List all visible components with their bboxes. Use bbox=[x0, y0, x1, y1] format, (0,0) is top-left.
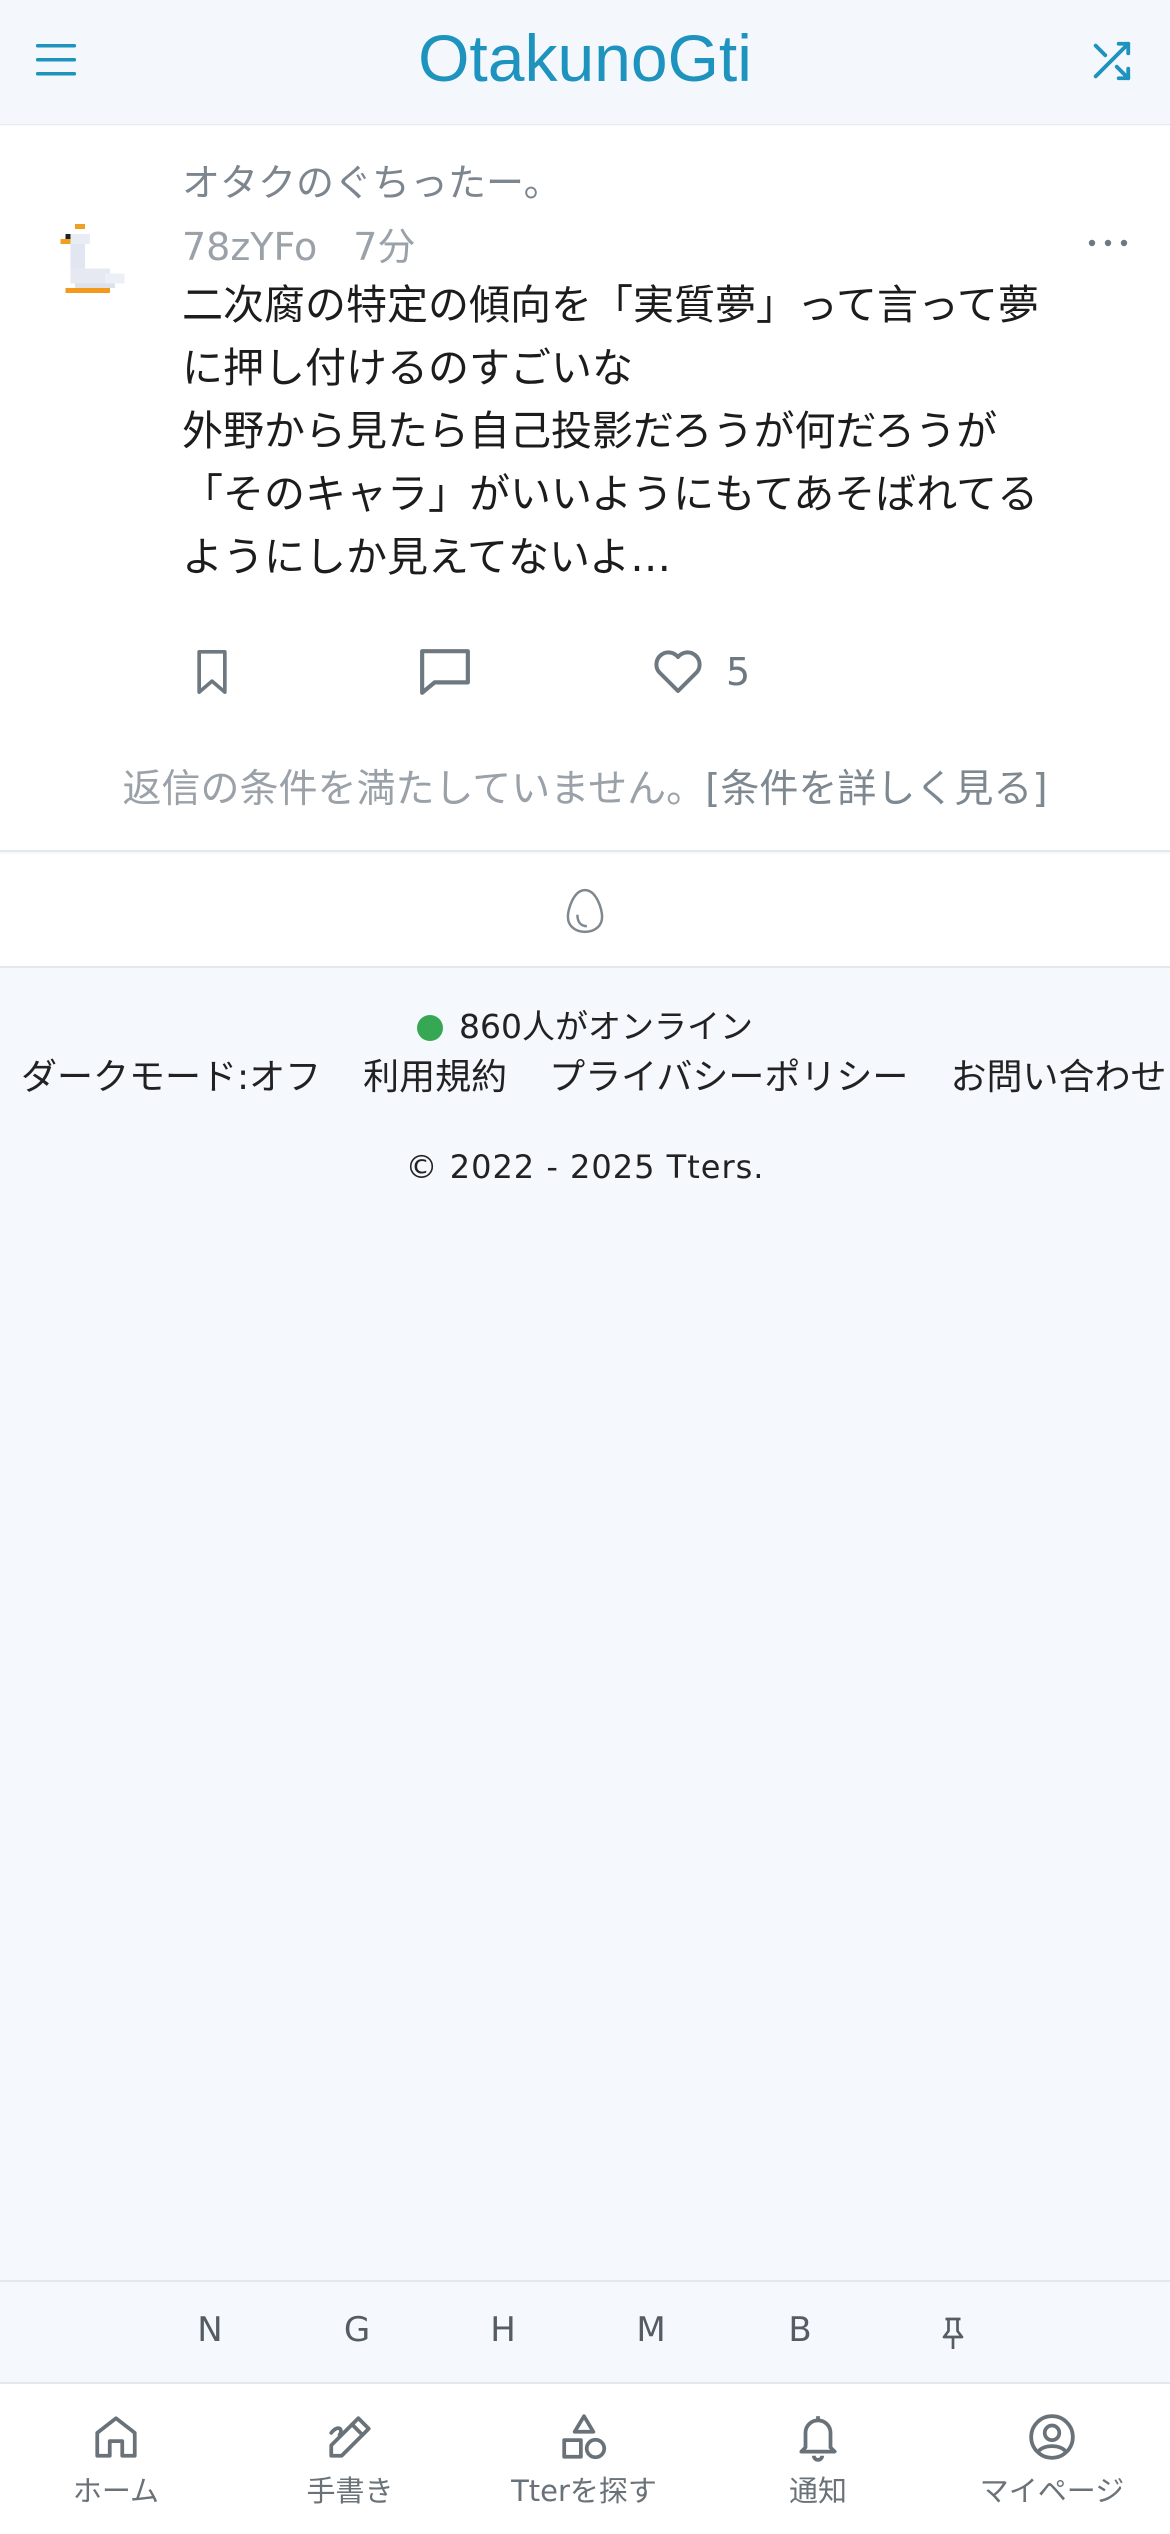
privacy-link[interactable]: プライバシーポリシー bbox=[549, 1057, 908, 1098]
terms-link[interactable]: 利用規約 bbox=[363, 1057, 507, 1098]
tab-explore[interactable]: Tterを探す bbox=[484, 2412, 684, 2510]
tab-home[interactable]: ホーム bbox=[16, 2412, 216, 2510]
channel-h[interactable]: H bbox=[473, 2310, 533, 2350]
bottom-tab-bar: ホーム 手書き Tterを探す 通知 マイページ bbox=[0, 2382, 1170, 2534]
dark-mode-toggle[interactable]: ダークモード:オフ bbox=[21, 1057, 321, 1098]
reply-notice-text: 返信の条件を満たしていません。 bbox=[122, 767, 706, 812]
post-card[interactable]: オタクのぐちったー。 78zYFo 7分 二次腐の特定の傾向を「実質夢」って言って… bbox=[0, 126, 1170, 852]
comment-icon bbox=[420, 649, 470, 695]
channel-n[interactable]: N bbox=[180, 2310, 240, 2350]
tab-mypage-label: マイページ bbox=[979, 2474, 1125, 2508]
online-status: 860人がオンライン bbox=[0, 1000, 1170, 1048]
bookmark-button[interactable] bbox=[190, 644, 234, 700]
tab-home-label: ホーム bbox=[72, 2474, 160, 2508]
reply-notice: 返信の条件を満たしていません。[条件を詳しく見る] bbox=[0, 758, 1170, 814]
channel-b[interactable]: B bbox=[770, 2310, 830, 2350]
channel-m[interactable]: M bbox=[621, 2310, 681, 2350]
divider bbox=[0, 850, 1170, 852]
channel-g[interactable]: G bbox=[327, 2310, 387, 2350]
tab-handwriting[interactable]: 手書き bbox=[250, 2412, 450, 2510]
home-icon bbox=[95, 2416, 137, 2458]
pin-icon[interactable] bbox=[938, 2316, 968, 2352]
channel-bar: N G H M B bbox=[0, 2280, 1170, 2382]
like-button[interactable]: 5 bbox=[652, 644, 750, 700]
egg-icon bbox=[566, 888, 604, 934]
app-header: OtakunoGti bbox=[0, 0, 1170, 125]
app-title[interactable]: OtakunoGti bbox=[0, 20, 1170, 96]
comment-button[interactable] bbox=[418, 644, 472, 700]
user-circle-icon bbox=[1029, 2414, 1075, 2460]
post-body: 二次腐の特定の傾向を「実質夢」って言って夢 に押し付けるのすごいな 外野から見た… bbox=[182, 281, 1039, 581]
reply-conditions-link[interactable]: [条件を詳しく見る] bbox=[705, 767, 1047, 812]
bell-icon bbox=[799, 2416, 837, 2462]
tab-notifications-label: 通知 bbox=[788, 2474, 847, 2508]
copyright: © 2022 - 2025 Tters. bbox=[405, 1148, 765, 1186]
post-meta: 78zYFo 7分 bbox=[182, 216, 415, 271]
more-options-icon[interactable] bbox=[1086, 236, 1130, 250]
online-count: 860人がオンライン bbox=[459, 1007, 753, 1046]
load-more-area bbox=[0, 854, 1170, 968]
bookmark-icon bbox=[197, 649, 227, 694]
user-id[interactable]: 78zYFo bbox=[182, 225, 317, 269]
tab-handwriting-label: 手書き bbox=[306, 2474, 394, 2508]
post-time: 7分 bbox=[353, 225, 416, 269]
pen-icon bbox=[329, 2416, 371, 2458]
shuffle-icon[interactable] bbox=[1088, 38, 1134, 84]
contact-link[interactable]: お問い合わせ bbox=[950, 1057, 1166, 1098]
tab-explore-label: Tterを探す bbox=[511, 2474, 657, 2508]
shapes-icon bbox=[562, 2414, 607, 2460]
online-dot bbox=[417, 1015, 443, 1041]
heart-icon bbox=[654, 650, 702, 693]
post-actions: 5 bbox=[0, 634, 1170, 714]
tab-mypage[interactable]: マイページ bbox=[952, 2412, 1152, 2510]
community-name[interactable]: オタクのぐちったー。 bbox=[182, 152, 562, 207]
tab-notifications[interactable]: 通知 bbox=[718, 2412, 918, 2510]
duck-avatar[interactable] bbox=[60, 224, 130, 308]
footer-links: ダークモード:オフ 利用規約 プライバシーポリシー お問い合わせ bbox=[0, 1048, 1170, 1100]
like-count: 5 bbox=[726, 650, 751, 694]
